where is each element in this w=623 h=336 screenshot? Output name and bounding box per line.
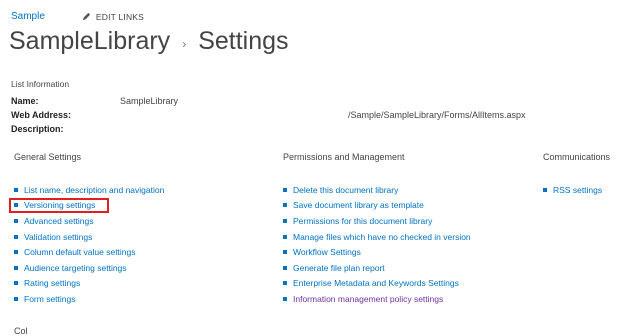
breadcrumb-current: Settings <box>198 27 289 55</box>
list-information-heading: List Information <box>11 79 70 89</box>
list-item[interactable]: Advanced settings <box>14 213 164 229</box>
bullet-icon <box>14 265 18 270</box>
list-item[interactable]: Generate file plan report <box>283 260 471 276</box>
pencil-icon <box>82 12 91 21</box>
bullet-icon <box>283 234 287 239</box>
bullet-icon <box>283 250 287 255</box>
top-nav: Sample EDIT LINKS <box>11 11 144 22</box>
bullet-icon <box>283 218 287 223</box>
name-label: Name: <box>11 96 39 106</box>
list-item[interactable]: Form settings <box>14 291 164 307</box>
list-item[interactable]: List name, description and navigation <box>14 182 164 198</box>
general-settings-heading: General Settings <box>14 152 82 162</box>
list-item[interactable]: Column default value settings <box>14 244 164 260</box>
web-address-row: Web Address: /Sample/SampleLibrary/Forms… <box>11 110 526 120</box>
versioning-callout-box <box>9 198 109 213</box>
list-item[interactable]: Delete this document library <box>283 182 471 198</box>
bullet-icon <box>14 250 18 255</box>
bullet-icon <box>14 281 18 286</box>
edit-links-label: EDIT LINKS <box>95 11 145 22</box>
breadcrumb-separator: › <box>182 36 187 51</box>
list-item[interactable]: Audience targeting settings <box>14 260 164 276</box>
list-item[interactable]: Workflow Settings <box>283 244 471 260</box>
name-row: Name: SampleLibrary <box>11 96 178 106</box>
permissions-heading: Permissions and Management <box>283 152 405 162</box>
list-item[interactable]: Save document library as template <box>283 198 471 214</box>
site-link[interactable]: Sample <box>11 11 45 22</box>
list-item[interactable]: Validation settings <box>14 229 164 245</box>
list-item[interactable]: Manage files which have no checked in ve… <box>283 229 471 245</box>
bullet-icon <box>283 281 287 286</box>
description-label: Description: <box>11 124 64 134</box>
bullet-icon <box>14 218 18 223</box>
permissions-list: Delete this document library Save docume… <box>283 182 471 307</box>
name-value: SampleLibrary <box>120 96 179 106</box>
list-item[interactable]: Permissions for this document library <box>283 213 471 229</box>
web-address-value: /Sample/SampleLibrary/Forms/AllItems.asp… <box>348 110 526 120</box>
list-item[interactable]: Enterprise Metadata and Keywords Setting… <box>283 276 471 292</box>
communications-list: RSS settings <box>543 182 602 198</box>
bullet-icon <box>283 265 287 270</box>
edit-links-button[interactable]: EDIT LINKS <box>82 12 144 22</box>
page-title: SampleLibrary › Settings <box>9 27 289 56</box>
bullet-icon <box>283 187 287 192</box>
list-item[interactable]: Information management policy settings <box>283 291 471 307</box>
next-section-heading: Col <box>14 326 28 336</box>
bullet-icon <box>543 187 547 192</box>
bullet-icon <box>283 203 287 208</box>
list-item[interactable]: Rating settings <box>14 276 164 292</box>
list-item[interactable]: RSS settings <box>543 182 602 198</box>
bullet-icon <box>14 187 18 192</box>
bullet-icon <box>14 234 18 239</box>
bullet-icon <box>14 296 18 301</box>
bullet-icon <box>283 296 287 301</box>
web-address-label: Web Address: <box>11 110 72 120</box>
description-row: Description: <box>11 124 120 134</box>
communications-heading: Communications <box>543 152 611 162</box>
breadcrumb-library-link[interactable]: SampleLibrary <box>9 27 170 56</box>
